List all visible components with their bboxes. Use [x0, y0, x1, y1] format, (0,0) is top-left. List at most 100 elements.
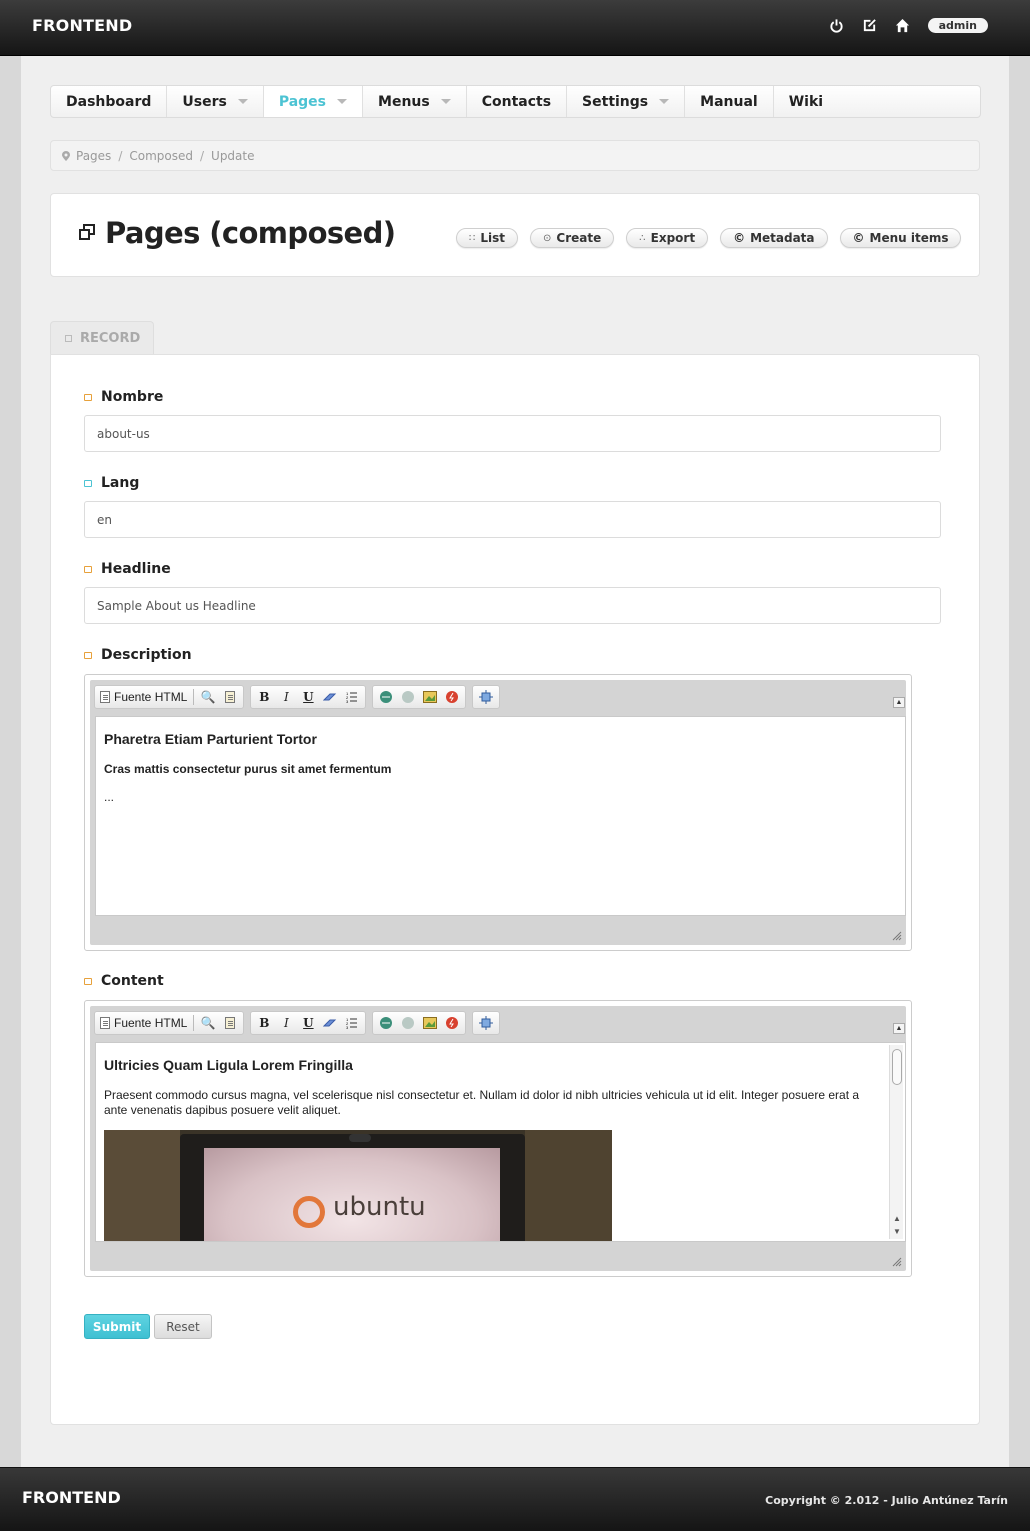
user-menu[interactable]: admin — [927, 17, 988, 33]
nav-item-contacts[interactable]: Contacts — [467, 86, 568, 117]
page-header: Pages (composed) ∷ List ⊙ Create ∴ Export ©… — [50, 193, 980, 277]
nav-label: Settings — [582, 93, 649, 110]
content-content-area[interactable]: Ultricies Quam Ligula Lorem Fringilla Pr… — [95, 1042, 906, 1242]
resize-handle-icon[interactable] — [892, 1257, 902, 1267]
list-button[interactable]: ∷ List — [456, 228, 519, 248]
eraser-icon[interactable] — [322, 689, 338, 705]
toolbar-group-format: B I U 123 — [250, 1011, 367, 1035]
templates-icon[interactable] — [222, 1015, 238, 1031]
export-button[interactable]: ∴ Export — [626, 228, 709, 248]
toolbar-group-format: B I U 123 — [250, 685, 367, 709]
breadcrumb-item[interactable]: Pages — [76, 149, 111, 163]
nav-label: Wiki — [788, 93, 824, 110]
separator — [193, 689, 195, 705]
scroll-thumb[interactable] — [892, 1049, 902, 1085]
source-button[interactable]: Fuente HTML — [100, 1015, 187, 1031]
description-content-area[interactable]: Pharetra Etiam Parturient Tortor Cras ma… — [95, 716, 906, 916]
underline-icon[interactable]: U — [300, 1015, 316, 1031]
footer-brand[interactable]: FRONTEND — [22, 1488, 121, 1507]
headline-input[interactable]: Sample About us Headline — [84, 587, 941, 624]
field-label-lang: Lang — [84, 475, 139, 491]
italic-icon[interactable]: I — [278, 1015, 294, 1031]
preview-icon[interactable]: 🔍 — [200, 689, 216, 705]
edit-icon[interactable] — [862, 17, 878, 33]
top-icons: admin — [829, 17, 988, 33]
nombre-input[interactable]: about-us — [84, 415, 941, 452]
italic-icon[interactable]: I — [278, 689, 294, 705]
label-text: Content — [101, 973, 164, 989]
unlink-icon[interactable] — [400, 1015, 416, 1031]
maximize-icon[interactable] — [478, 689, 494, 705]
numbered-list-icon[interactable]: 123 — [344, 1015, 360, 1031]
toolbar-group-insert — [372, 685, 467, 709]
nav-item-users[interactable]: Users — [167, 86, 264, 117]
button-label: Menu items — [869, 231, 949, 245]
square-icon — [65, 335, 72, 342]
image-icon[interactable] — [422, 1015, 438, 1031]
copyright-icon: © — [733, 231, 746, 245]
resize-handle-icon[interactable] — [892, 931, 902, 941]
main-page: Dashboard Users Pages Menus Contacts Set… — [21, 56, 1009, 1467]
underline-icon[interactable]: U — [300, 689, 316, 705]
scroll-up-icon[interactable]: ▲ — [891, 1213, 903, 1225]
submit-button[interactable]: Submit — [84, 1314, 150, 1339]
map-pin-icon — [62, 150, 70, 161]
svg-text:3: 3 — [346, 1025, 349, 1029]
metadata-button[interactable]: © Metadata — [720, 228, 828, 248]
link-icon[interactable] — [378, 1015, 394, 1031]
power-icon[interactable] — [829, 17, 845, 33]
editor-paragraph: Praesent commodo cursus magna, vel scele… — [104, 1088, 860, 1117]
tab-record[interactable]: RECORD — [50, 321, 154, 355]
link-icon[interactable] — [378, 689, 394, 705]
toolbar-group-document: Fuente HTML 🔍 — [94, 685, 245, 709]
collapse-toolbar-icon[interactable]: ▲ — [893, 697, 905, 708]
create-button[interactable]: ⊙ Create — [530, 228, 615, 248]
editor-paragraph: ... — [104, 790, 115, 804]
editor-subheading: Cras mattis consectetur purus sit amet f… — [104, 762, 392, 776]
numbered-list-icon[interactable]: 123 — [344, 689, 360, 705]
collapse-toolbar-icon[interactable]: ▲ — [893, 1023, 905, 1034]
nav-item-pages[interactable]: Pages — [263, 86, 364, 117]
image-icon[interactable] — [422, 689, 438, 705]
ubuntu-logo-icon — [293, 1196, 325, 1228]
reset-button[interactable]: Reset — [154, 1314, 212, 1339]
preview-icon[interactable]: 🔍 — [200, 1015, 216, 1031]
brand-logo[interactable]: FRONTEND — [32, 16, 132, 35]
nav-item-dashboard[interactable]: Dashboard — [51, 86, 168, 117]
menu-items-button[interactable]: © Menu items — [839, 228, 962, 248]
editor-frame: Fuente HTML 🔍 B I U 123 — [90, 680, 906, 945]
flash-icon[interactable] — [444, 1015, 460, 1031]
header-actions: ∷ List ⊙ Create ∴ Export © Metadata © Menu it… — [456, 228, 962, 248]
editor-scrollbar[interactable]: ▲ ▼ — [889, 1045, 903, 1239]
templates-icon[interactable] — [222, 689, 238, 705]
source-button[interactable]: Fuente HTML — [100, 689, 187, 705]
field-label-content: Content — [84, 973, 164, 989]
tag-icon — [84, 479, 92, 487]
tab-label: RECORD — [80, 331, 141, 346]
description-editor: Fuente HTML 🔍 B I U 123 ▲ Pharetra Etiam… — [84, 674, 912, 951]
bold-icon[interactable]: B — [256, 1015, 272, 1031]
nav-item-settings[interactable]: Settings — [567, 86, 686, 117]
bold-icon[interactable]: B — [256, 689, 272, 705]
toolbar-group-view — [472, 685, 501, 709]
editor-toolbar: Fuente HTML 🔍 B I U 123 — [94, 685, 501, 709]
nav-item-manual[interactable]: Manual — [685, 86, 774, 117]
breadcrumb-item[interactable]: Composed — [129, 149, 193, 163]
scroll-down-icon[interactable]: ▼ — [891, 1226, 903, 1238]
nav-item-wiki[interactable]: Wiki — [774, 86, 838, 117]
editor-toolbar: Fuente HTML 🔍 B I U 123 — [94, 1011, 501, 1035]
eraser-icon[interactable] — [322, 1015, 338, 1031]
copyright-icon: © — [852, 231, 865, 245]
nav-item-menus[interactable]: Menus — [363, 86, 467, 117]
home-icon[interactable] — [895, 17, 911, 33]
record-form: Nombre about-us Lang en Headline Sample … — [50, 354, 980, 1425]
nav-label: Contacts — [481, 93, 552, 110]
toolbar-group-document: Fuente HTML 🔍 — [94, 1011, 245, 1035]
label-text: Lang — [101, 475, 140, 491]
flash-icon[interactable] — [444, 689, 460, 705]
unlink-icon[interactable] — [400, 689, 416, 705]
document-icon — [100, 691, 110, 703]
separator — [193, 1015, 195, 1031]
lang-input[interactable]: en — [84, 501, 941, 538]
maximize-icon[interactable] — [478, 1015, 494, 1031]
